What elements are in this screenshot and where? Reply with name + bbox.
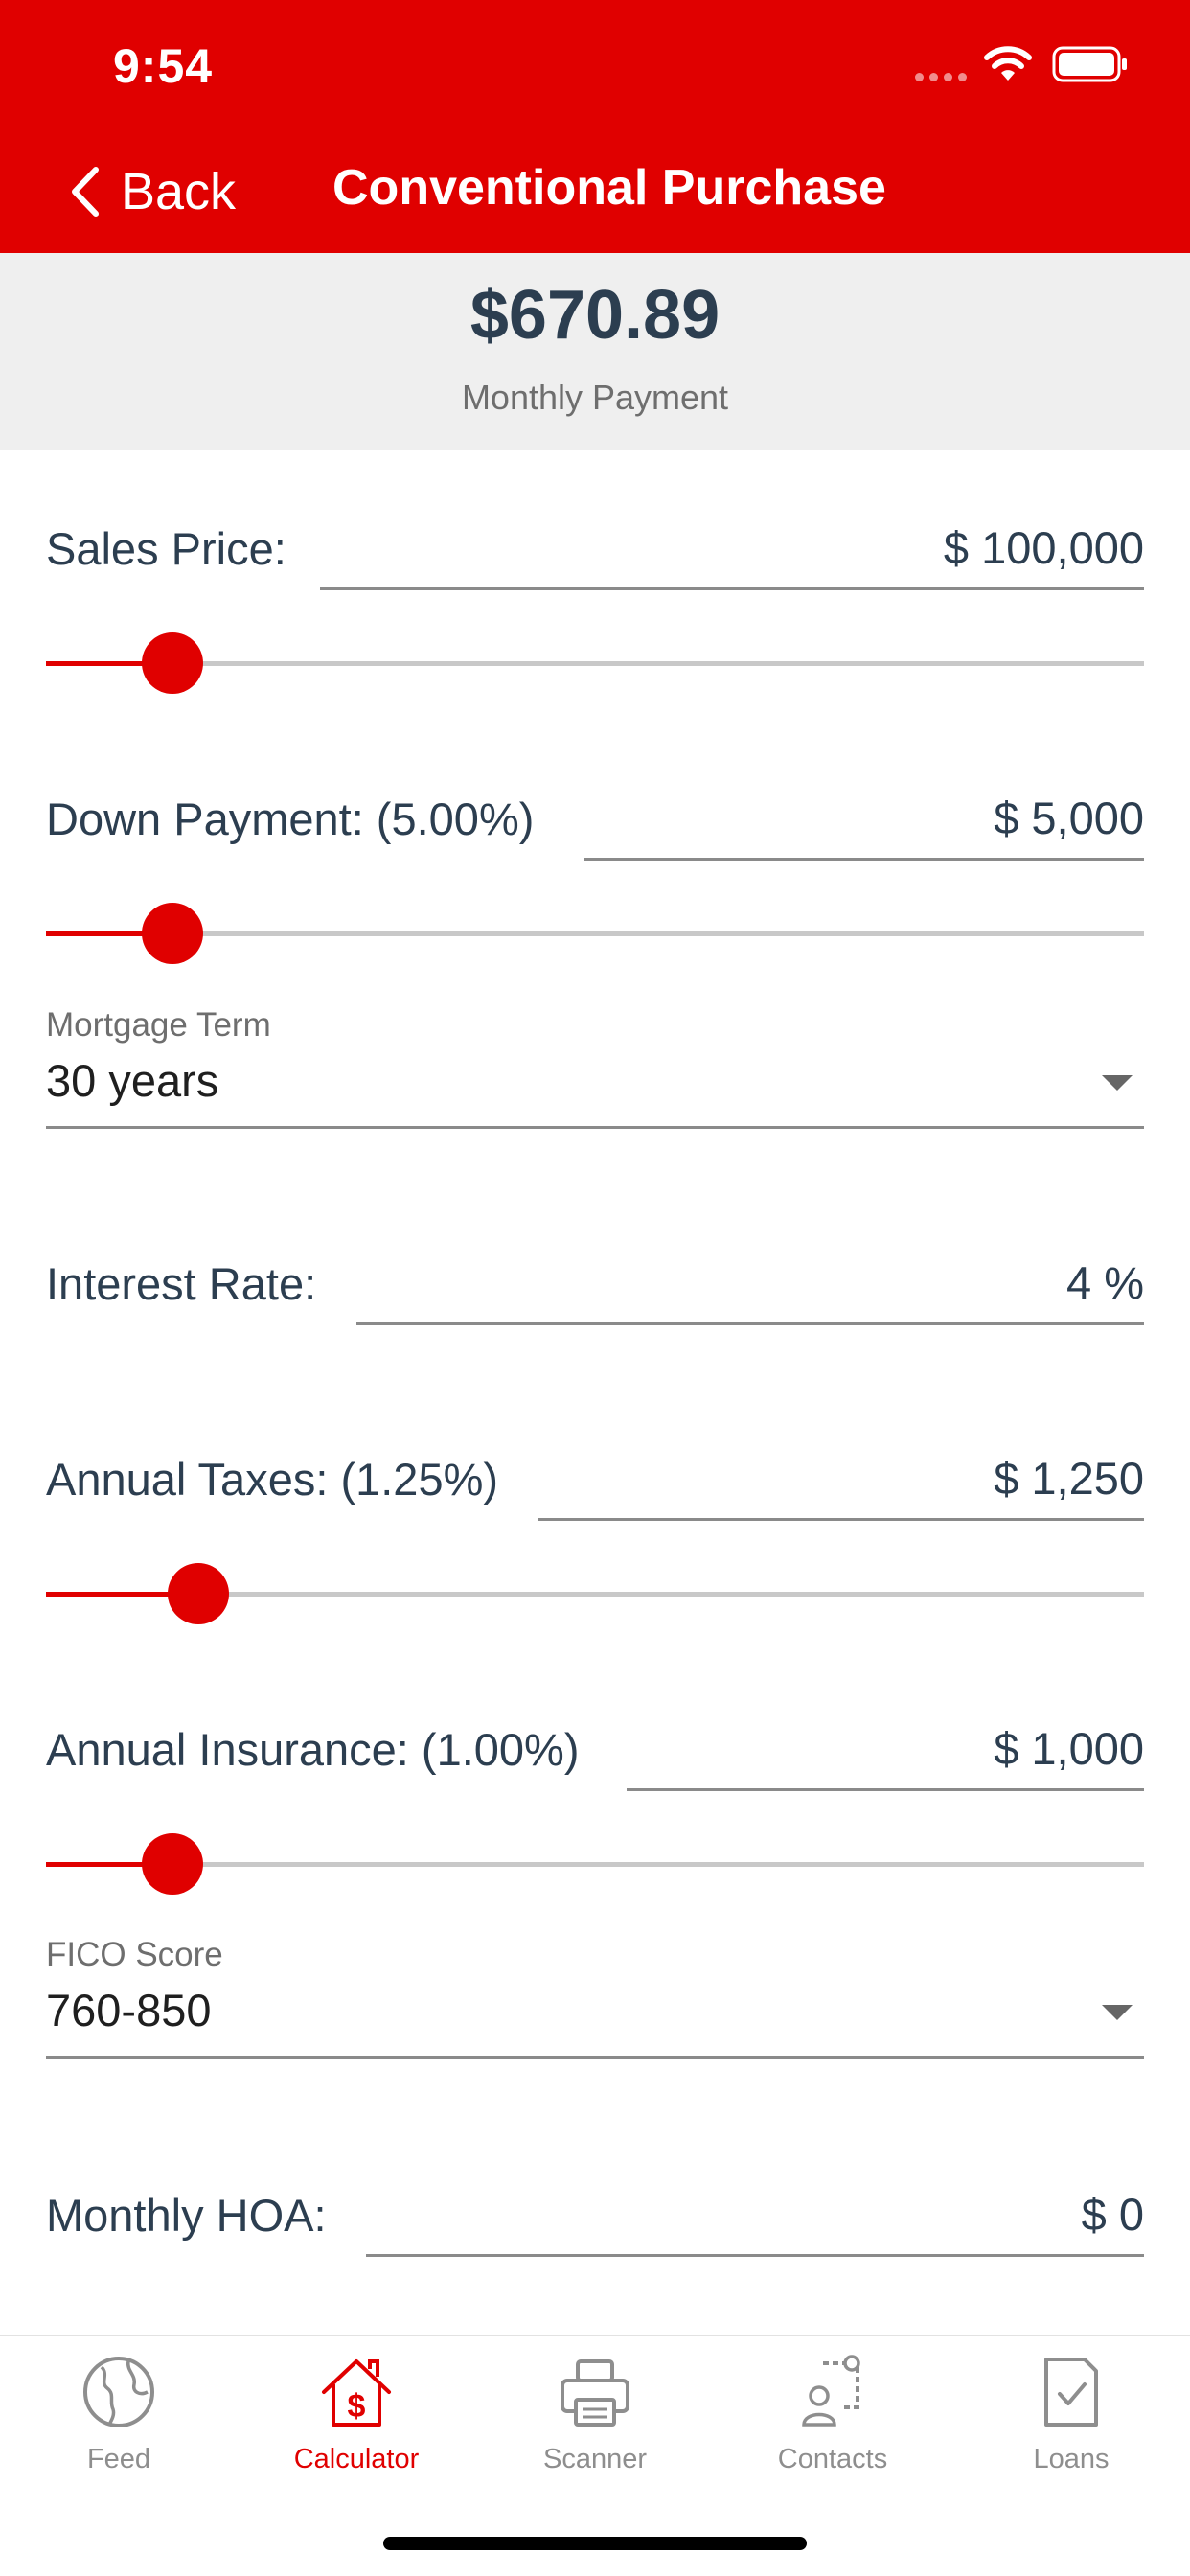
annual-insurance-input[interactable]: $ 1,000 bbox=[627, 1709, 1144, 1791]
app-header: 9:54 Back Conventional Purchase bbox=[0, 0, 1190, 253]
tab-feed[interactable]: Feed bbox=[0, 2354, 238, 2517]
printer-icon bbox=[561, 2359, 629, 2426]
mortgage-term-caption: Mortgage Term bbox=[46, 1006, 271, 1044]
globe-icon bbox=[83, 2357, 154, 2427]
slider-thumb[interactable] bbox=[141, 632, 203, 694]
chevron-left-icon bbox=[72, 167, 99, 217]
dropdown-arrow-icon bbox=[1102, 2005, 1133, 2020]
contacts-icon bbox=[802, 2355, 860, 2426]
payment-summary: $670.89 Monthly Payment bbox=[0, 253, 1190, 450]
monthly-hoa-input[interactable]: $ 0 bbox=[366, 2174, 1144, 2257]
fico-score-select[interactable]: FICO Score 760-850 bbox=[46, 1936, 1144, 2058]
tab-label: Contacts bbox=[777, 2444, 888, 2474]
tab-label: Loans bbox=[1033, 2444, 1110, 2474]
tab-label: Feed bbox=[86, 2444, 151, 2474]
svg-text:$: $ bbox=[348, 2388, 366, 2425]
home-indicator bbox=[383, 2537, 807, 2550]
sales-price-slider[interactable] bbox=[46, 632, 1144, 694]
mortgage-term-select[interactable]: Mortgage Term 30 years bbox=[46, 1006, 1144, 1129]
tab-label: Calculator bbox=[293, 2444, 420, 2474]
page-title: Conventional Purchase bbox=[332, 160, 886, 216]
down-payment-input[interactable]: $ 5,000 bbox=[584, 778, 1144, 861]
slider-track bbox=[46, 1862, 1144, 1867]
slider-thumb[interactable] bbox=[141, 1833, 203, 1895]
monthly-hoa-label: Monthly HOA: bbox=[46, 2190, 327, 2241]
annual-taxes-slider[interactable] bbox=[46, 1563, 1144, 1624]
battery-icon bbox=[1052, 46, 1127, 82]
down-payment-label: Down Payment: (5.00%) bbox=[46, 794, 535, 844]
dropdown-arrow-icon bbox=[1102, 1075, 1133, 1091]
tab-calculator[interactable]: $ Calculator bbox=[238, 2354, 475, 2517]
slider-track bbox=[46, 932, 1144, 936]
annual-insurance-slider[interactable] bbox=[46, 1833, 1144, 1895]
wifi-icon bbox=[984, 46, 1032, 80]
tab-scanner[interactable]: Scanner bbox=[476, 2354, 714, 2517]
back-button[interactable]: Back bbox=[69, 158, 236, 225]
cellular-signal-icon bbox=[915, 73, 967, 81]
annual-taxes-label: Annual Taxes: (1.25%) bbox=[46, 1454, 499, 1505]
slider-thumb[interactable] bbox=[168, 1563, 230, 1624]
sales-price-label: Sales Price: bbox=[46, 523, 286, 574]
annual-taxes-input[interactable]: $ 1,250 bbox=[538, 1438, 1144, 1521]
annual-insurance-label: Annual Insurance: (1.00%) bbox=[46, 1724, 580, 1775]
interest-rate-input[interactable]: 4 % bbox=[356, 1243, 1144, 1325]
tab-contacts[interactable]: Contacts bbox=[714, 2354, 951, 2517]
interest-rate-label: Interest Rate: bbox=[46, 1258, 317, 1309]
fico-score-value: 760-850 bbox=[46, 1985, 212, 2036]
monthly-payment-label: Monthly Payment bbox=[461, 378, 729, 417]
down-payment-slider[interactable] bbox=[46, 903, 1144, 964]
monthly-payment-amount: $670.89 bbox=[469, 277, 721, 354]
document-check-icon bbox=[1044, 2358, 1098, 2426]
status-time: 9:54 bbox=[113, 39, 214, 93]
sales-price-input[interactable]: $ 100,000 bbox=[320, 508, 1144, 590]
slider-thumb[interactable] bbox=[141, 903, 203, 964]
slider-track bbox=[46, 661, 1144, 666]
back-label: Back bbox=[121, 163, 237, 220]
tab-loans[interactable]: Loans bbox=[952, 2354, 1190, 2517]
tab-label: Scanner bbox=[542, 2444, 647, 2474]
fico-score-caption: FICO Score bbox=[46, 1936, 223, 1973]
house-dollar-icon: $ bbox=[322, 2359, 391, 2426]
mortgage-term-value: 30 years bbox=[46, 1055, 219, 1106]
